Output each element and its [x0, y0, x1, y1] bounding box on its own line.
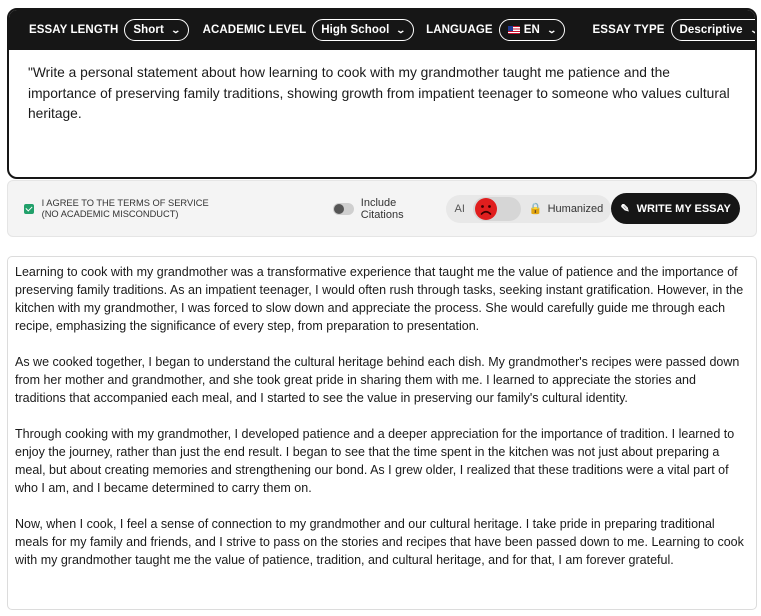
language-label: LANGUAGE	[426, 24, 493, 36]
academic-level-select[interactable]: High School ⌄	[312, 19, 415, 41]
terms-label: I AGREE TO THE TERMS OF SERVICE (NO ACAD…	[42, 198, 234, 220]
chevron-down-icon: ⌄	[546, 24, 558, 35]
academic-level-value: High School	[321, 24, 390, 36]
prompt-textarea[interactable]: "Write a personal statement about how le…	[9, 50, 755, 138]
language-select[interactable]: EN ⌄	[498, 19, 565, 41]
essay-paragraph: As we cooked together, I began to unders…	[15, 355, 740, 405]
citations-label: Include Citations	[360, 196, 404, 221]
ai-humanized-toggle[interactable]: AI 🔒 Humanized	[446, 194, 612, 223]
essay-length-label: ESSAY LENGTH	[29, 24, 119, 36]
chevron-down-icon: ⌄	[749, 25, 755, 36]
sad-face-icon	[474, 197, 497, 220]
lock-icon: 🔒	[528, 203, 543, 215]
academic-level-label: ACADEMIC LEVEL	[202, 24, 307, 36]
us-flag-icon	[507, 26, 520, 34]
chevron-down-icon: ⌄	[170, 24, 182, 35]
language-value: EN	[523, 24, 540, 36]
essay-type-select[interactable]: Descriptive ⌄	[670, 19, 755, 41]
controls-bar: I AGREE TO THE TERMS OF SERVICE (NO ACAD…	[7, 180, 757, 237]
essay-length-value: Short	[133, 24, 164, 36]
options-bar: ESSAY LENGTH Short ⌄ ACADEMIC LEVEL High…	[9, 10, 755, 50]
terms-line2: (NO ACADEMIC MISCONDUCT)	[41, 208, 179, 219]
essay-paragraph: Through cooking with my grandmother, I d…	[15, 427, 735, 495]
citations-toggle[interactable]	[332, 202, 354, 215]
terms-checkbox[interactable]	[24, 203, 34, 214]
write-my-essay-button[interactable]: ✎ WRITE MY ESSAY	[611, 193, 740, 224]
essay-length-select[interactable]: Short ⌄	[124, 19, 189, 41]
prompt-text: "Write a personal statement about how le…	[28, 65, 730, 121]
ai-humanized-slider[interactable]	[472, 196, 521, 221]
essay-paragraph: Now, when I cook, I feel a sense of conn…	[15, 517, 744, 567]
essay-output: Learning to cook with my grandmother was…	[7, 256, 757, 610]
essay-type-value: Descriptive	[679, 24, 743, 36]
ai-label: AI	[454, 202, 465, 215]
terms-line1: I AGREE TO THE TERMS OF SERVICE	[41, 197, 209, 208]
pencil-icon: ✎	[620, 203, 630, 215]
essay-paragraph: Learning to cook with my grandmother was…	[15, 265, 744, 333]
essay-type-label: ESSAY TYPE	[592, 24, 665, 36]
write-button-label: WRITE MY ESSAY	[636, 202, 731, 215]
chevron-down-icon: ⌄	[395, 24, 407, 35]
essay-editor: ESSAY LENGTH Short ⌄ ACADEMIC LEVEL High…	[7, 8, 757, 179]
humanized-label: Humanized	[547, 202, 604, 215]
